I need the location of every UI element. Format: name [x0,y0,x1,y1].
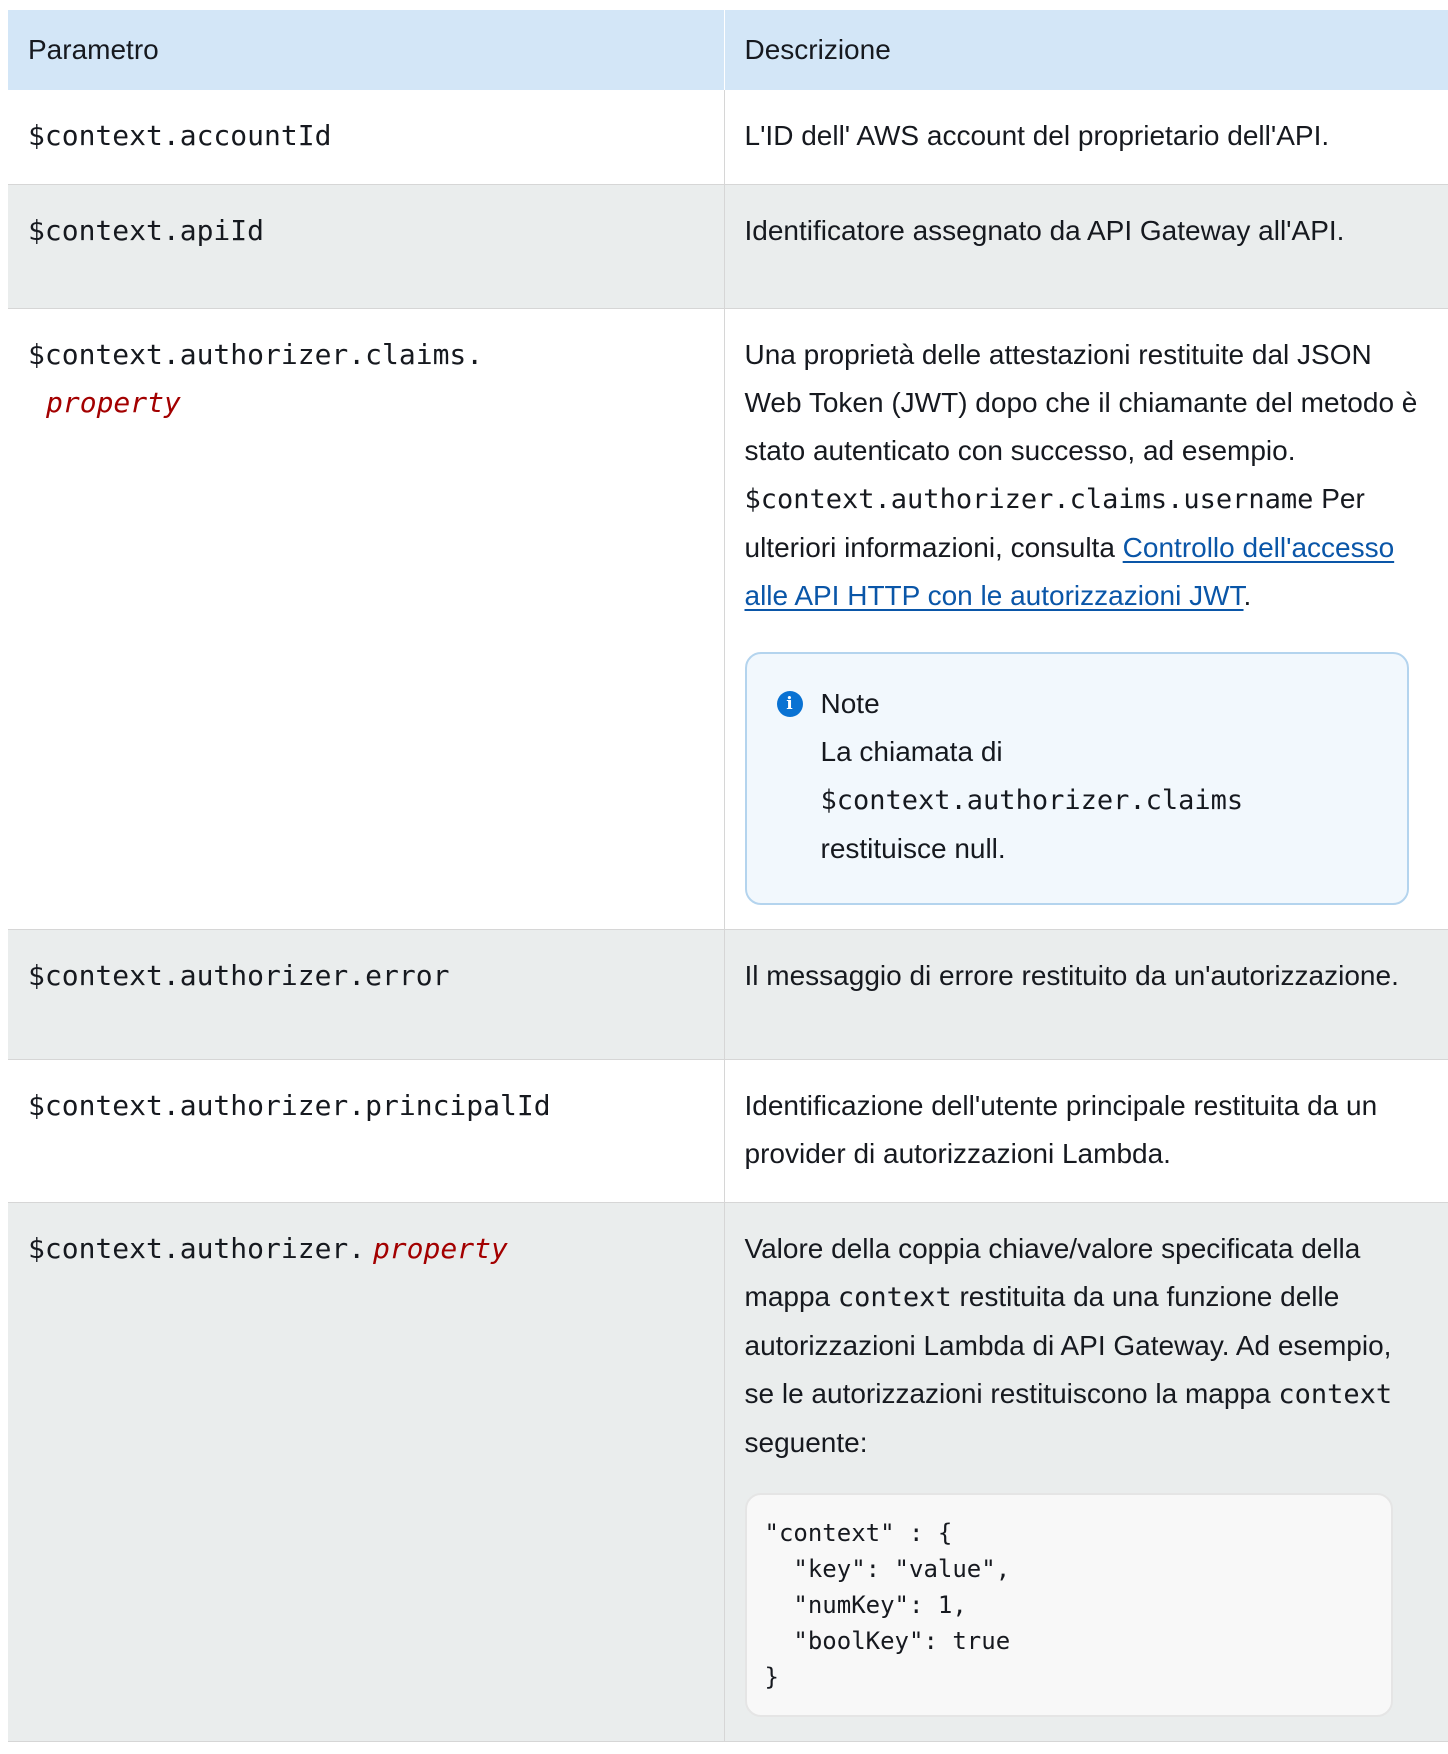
desc-cell: Il messaggio di errore restituito da un'… [723,929,1448,1060]
note-header: i Note [776,680,1377,728]
inline-code: $context.authorizer.claims.username [744,484,1314,515]
table-header-row: Parametro Descrizione [8,10,1448,90]
param-name-prefix: $context.authorizer.claims. [28,338,484,371]
code-block: "context" : { "key": "value", "numKey": … [744,1493,1393,1717]
param-cell: $context.apiId [8,184,724,309]
desc-cell: Identificatore assegnato da API Gateway … [723,184,1448,309]
inline-code: context [837,1282,952,1313]
note-title: Note [820,688,880,719]
param-variable: property [46,386,181,419]
inline-code: $context.authorizer.claims [820,785,1244,816]
desc-cell: Valore della coppia chiave/valore specif… [723,1202,1448,1742]
description-text: Valore della coppia chiave/valore specif… [744,1233,1393,1458]
header-parametro: Parametro [8,10,724,90]
param-variable: property [372,1232,508,1265]
param-cell: $context.authorizer.error [8,929,724,1060]
description-text: Identificazione dell'utente principale r… [744,1090,1378,1169]
param-name-prefix: $context.authorizer. [28,1232,366,1265]
description-text: Identificatore assegnato da API Gateway … [744,215,1345,246]
table-row: $context.accountId L'ID dell' AWS accoun… [8,90,1448,185]
description-text: Una proprietà delle attestazioni restitu… [744,339,1418,611]
param-name: $context.authorizer.error [28,959,450,992]
description-text: Il messaggio di errore restituito da un'… [744,960,1399,991]
table-row: $context.authorizer.claims. property Una… [8,308,1448,930]
desc-cell: L'ID dell' AWS account del proprietario … [723,90,1448,185]
context-variables-table: Parametro Descrizione $context.accountId… [8,10,1448,1742]
description-text: L'ID dell' AWS account del proprietario … [744,120,1330,151]
info-icon: i [776,691,803,717]
param-name: $context.apiId [28,214,265,247]
inline-code: context [1278,1379,1393,1410]
header-descrizione: Descrizione [723,10,1448,90]
desc-cell: Una proprietà delle attestazioni restitu… [723,308,1448,930]
param-cell: $context.accountId [8,90,724,185]
param-cell: $context.authorizer. property [8,1202,724,1742]
table-row: $context.authorizer. property Valore del… [8,1202,1448,1742]
param-cell: $context.authorizer.claims. property [8,308,724,930]
param-name: $context.accountId [28,119,332,152]
table-row: $context.apiId Identificatore assegnato … [8,184,1448,309]
param-name: $context.authorizer.principalId [28,1089,551,1122]
desc-cell: Identificazione dell'utente principale r… [723,1059,1448,1203]
table-row: $context.authorizer.principalId Identifi… [8,1059,1448,1203]
context-variables-table-container: Parametro Descrizione $context.accountId… [8,10,1448,1742]
table-row: $context.authorizer.error Il messaggio d… [8,929,1448,1060]
note-body: La chiamata di $context.authorizer.claim… [820,736,1244,864]
note-callout: i Note La chiamata di $context.authorize… [744,652,1409,905]
param-cell: $context.authorizer.principalId [8,1059,724,1203]
